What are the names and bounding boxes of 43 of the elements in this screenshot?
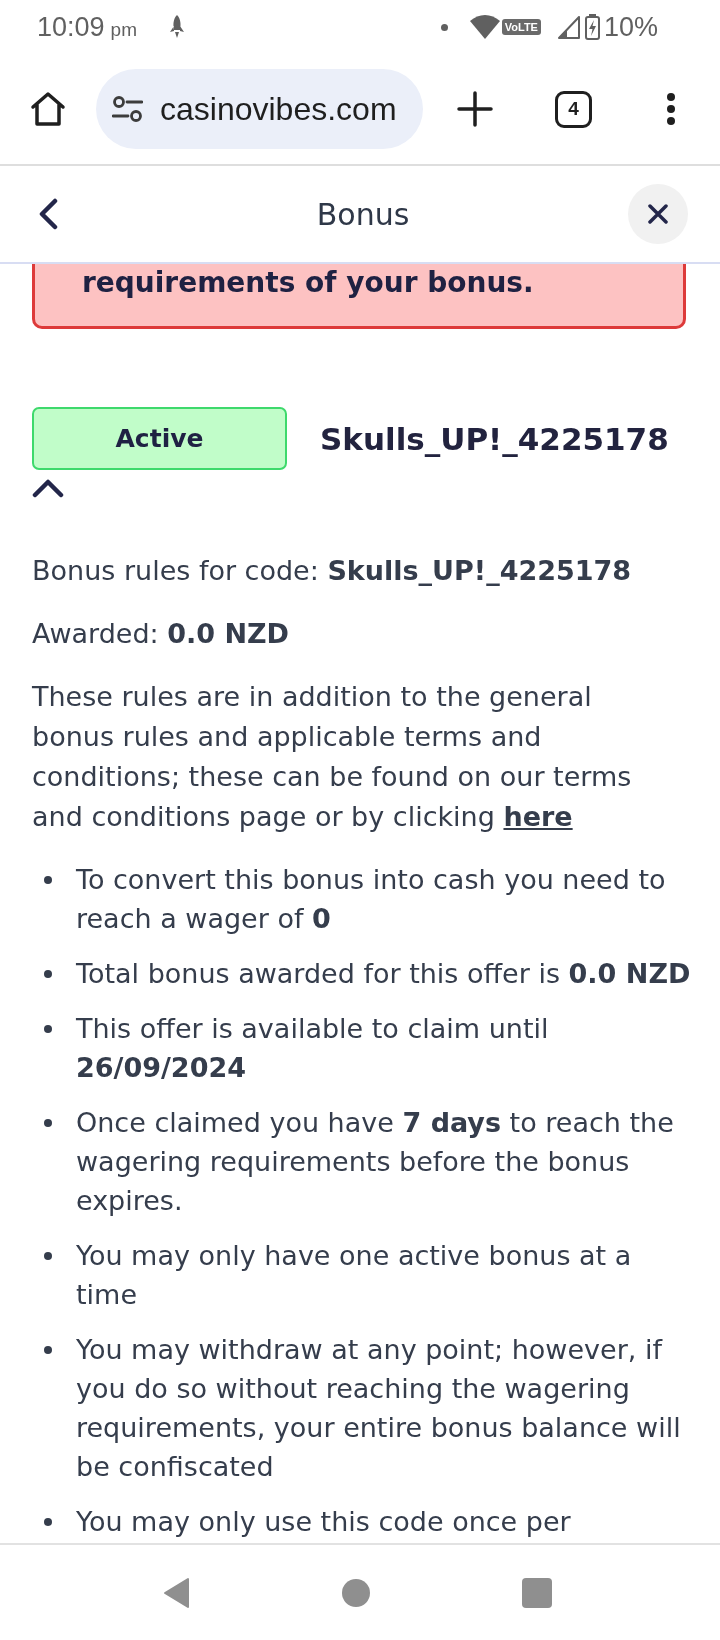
bullet-icon bbox=[44, 1025, 52, 1033]
rule-text: Once claimed you have 7 days to reach the wagering requirements before the bonus expires. bbox=[76, 1106, 675, 1218]
bullet-icon bbox=[44, 1346, 52, 1354]
rocket-icon bbox=[169, 15, 185, 39]
bullet-icon bbox=[44, 876, 52, 884]
rule-text: You may only have one active bonus at a time bbox=[76, 1239, 633, 1312]
status-badge: Active bbox=[32, 407, 287, 470]
signal-icon bbox=[557, 15, 580, 39]
bullet-icon bbox=[44, 1252, 52, 1260]
bullet-icon bbox=[44, 1518, 52, 1526]
bullet-icon bbox=[44, 1119, 52, 1127]
nav-back-icon[interactable] bbox=[163, 1576, 190, 1609]
rule-text: This offer is available to claim until 26/09/2024 bbox=[76, 1012, 550, 1085]
clock-suffix: pm bbox=[110, 18, 137, 41]
network-badge: VoLTE bbox=[501, 19, 541, 35]
wifi-icon bbox=[469, 15, 500, 39]
alert-text: requirements of your bonus. bbox=[82, 266, 535, 300]
tune-icon bbox=[112, 96, 143, 122]
clock-time: 10:09 bbox=[37, 11, 105, 43]
notification-dot-icon bbox=[440, 23, 448, 31]
nav-home-icon[interactable] bbox=[342, 1578, 370, 1607]
intro-text: These rules are in addition to the general bonus rules and applicable terms and conditions; these can be found on our terms and conditions page or by clicking here bbox=[32, 680, 633, 834]
rule-text: To convert this bonus into cash you need to reach a wager of 0 bbox=[76, 863, 667, 936]
battery-icon bbox=[584, 14, 600, 40]
rule-text: You may withdraw at any point; however, if you do so without reaching the wagering requirements, your entire bonus balance will be confiscated bbox=[76, 1333, 682, 1484]
rule-text: You may only use this code once per bbox=[76, 1505, 572, 1539]
close-icon bbox=[648, 204, 668, 224]
bullet-icon bbox=[44, 970, 52, 978]
menu-icon[interactable] bbox=[666, 93, 676, 125]
code-rules-text: Bonus rules for code: Skulls_UP!_4225178 bbox=[32, 554, 633, 588]
awarded-text: Awarded: 0.0 NZD bbox=[32, 617, 291, 651]
new-tab-plus-icon[interactable] bbox=[457, 91, 493, 127]
home-icon[interactable] bbox=[30, 91, 66, 127]
battery-percent: 10% bbox=[603, 11, 658, 43]
nav-recents-icon[interactable] bbox=[522, 1577, 552, 1608]
address-bar[interactable]: casinovibes.com bbox=[96, 69, 423, 149]
tab-switcher-button[interactable]: 4 bbox=[555, 90, 592, 128]
rule-text: Total bonus awarded for this offer is 0.0 NZD bbox=[76, 957, 692, 991]
terms-link[interactable]: here bbox=[503, 801, 573, 832]
chevron-up-icon[interactable] bbox=[32, 478, 64, 498]
bonus-code: Skulls_UP!_4225178 bbox=[320, 420, 669, 457]
back-icon[interactable] bbox=[38, 198, 58, 230]
page-title: Bonus bbox=[316, 196, 410, 232]
